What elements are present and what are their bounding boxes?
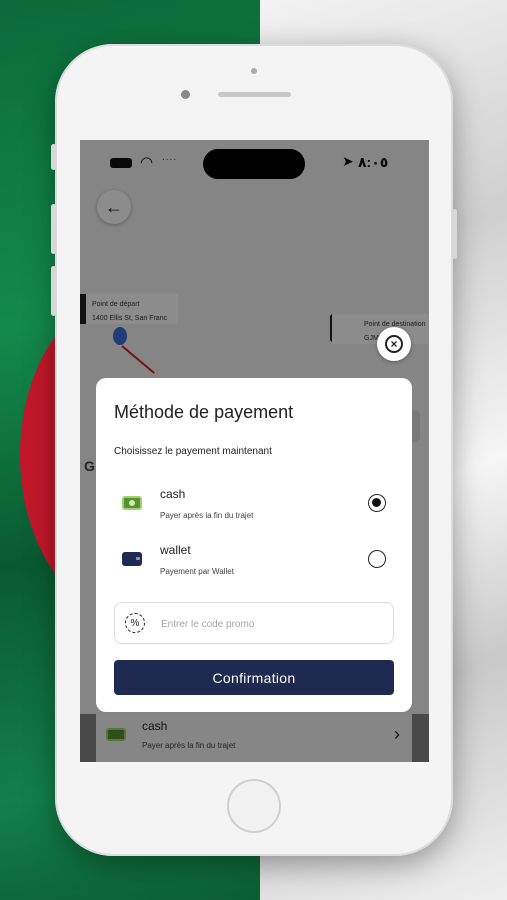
- confirm-button[interactable]: Confirmation: [114, 660, 394, 695]
- app-screen: Point de départ 1400 Ellis St, San Franc…: [80, 140, 429, 762]
- promo-code-input[interactable]: [161, 614, 381, 634]
- discount-icon: %: [125, 613, 145, 633]
- home-button[interactable]: [227, 779, 281, 833]
- payment-method-modal: Méthode de payement Choisissez le payeme…: [96, 378, 412, 712]
- volume-down-button: [51, 266, 56, 316]
- payment-option-desc: Payer après la fin du trajet: [160, 511, 254, 520]
- earpiece-speaker: [218, 92, 291, 97]
- payment-option-cash[interactable]: cash Payer après la fin du trajet: [114, 486, 394, 526]
- radio-wallet[interactable]: [368, 550, 386, 568]
- cash-icon: [122, 496, 142, 510]
- volume-up-button: [51, 204, 56, 254]
- wallet-icon: [122, 552, 142, 566]
- bottom-bar-dim: [80, 714, 429, 762]
- close-icon: ×: [385, 335, 403, 353]
- promo-code-field[interactable]: %: [114, 602, 394, 644]
- close-modal-button[interactable]: ×: [377, 327, 411, 361]
- payment-option-desc: Payement par Wallet: [160, 567, 234, 576]
- mute-switch: [51, 144, 56, 170]
- power-button: [452, 209, 457, 259]
- modal-title: Méthode de payement: [114, 402, 294, 422]
- radio-cash[interactable]: [368, 494, 386, 512]
- payment-option-name: wallet: [160, 543, 191, 557]
- payment-option-name: cash: [160, 487, 186, 501]
- front-camera: [181, 90, 190, 99]
- payment-option-wallet[interactable]: wallet Payement par Wallet: [114, 542, 394, 582]
- sensor-dot: [251, 68, 257, 74]
- modal-subtitle: Choisissez le payement maintenant: [114, 446, 272, 457]
